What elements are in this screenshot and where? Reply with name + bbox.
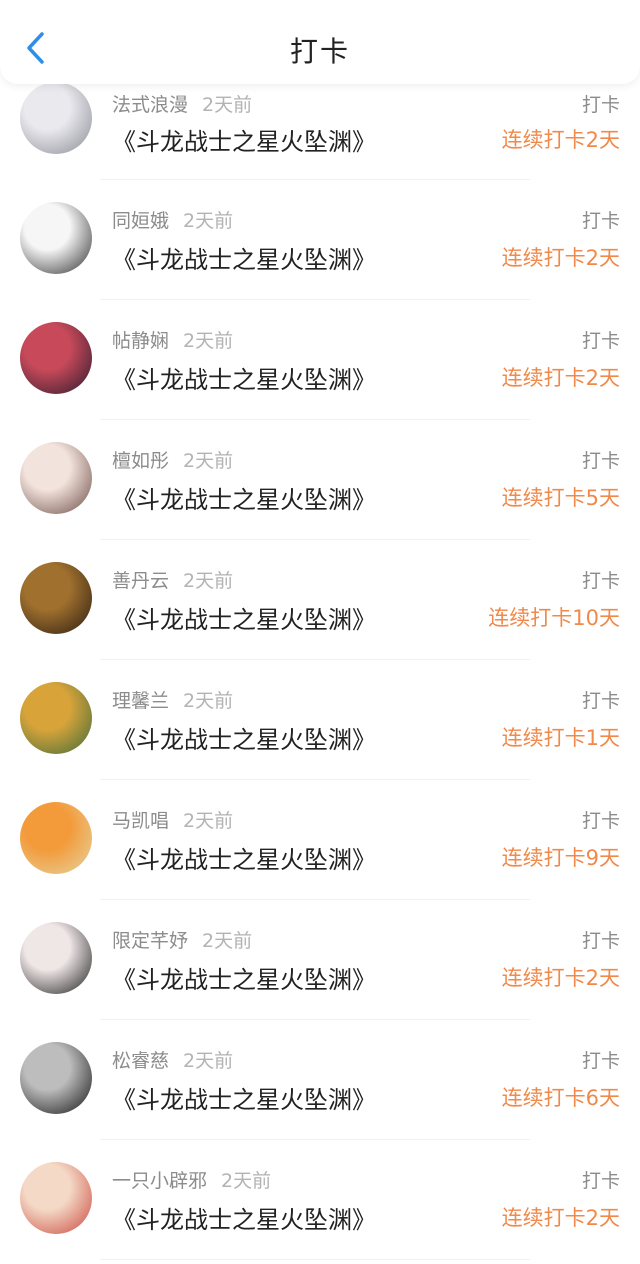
streak-badge: 连续打卡2天 [501,366,620,390]
list-item[interactable]: 善丹云 2天前《斗龙战士之星火坠渊》 打卡连续打卡10天 [0,540,640,660]
timestamp: 2天前 [202,930,253,952]
checkin-label: 打卡 [581,1050,620,1072]
book-title[interactable]: 《斗龙战士之星火坠渊》 [112,1200,376,1235]
book-title[interactable]: 《斗龙战士之星火坠渊》 [112,480,376,515]
streak-badge: 连续打卡1天 [501,726,620,750]
user-name-line: 法式浪漫 2天前 [112,90,252,117]
checkin-label: 打卡 [581,450,620,472]
user-name[interactable]: 同姮娥 [112,210,169,232]
checkin-label: 打卡 [581,330,620,352]
user-avatar[interactable] [20,442,92,514]
streak-badge: 连续打卡10天 [488,606,620,630]
user-avatar[interactable] [20,322,92,394]
user-avatar[interactable] [20,1162,92,1234]
user-avatar[interactable] [20,202,92,274]
user-name-line: 檀如彤 2天前 [112,446,233,473]
user-name[interactable]: 帖静娴 [112,330,169,352]
user-name-line: 限定芊妤 2天前 [112,926,252,953]
timestamp: 2天前 [183,810,234,832]
list-item[interactable]: 帖静娴 2天前《斗龙战士之星火坠渊》 打卡连续打卡2天 [0,300,640,420]
book-title[interactable]: 《斗龙战士之星火坠渊》 [112,360,376,395]
book-title[interactable]: 《斗龙战士之星火坠渊》 [112,720,376,755]
user-avatar[interactable] [20,562,92,634]
checkin-label: 打卡 [581,570,620,592]
user-name-line: 善丹云 2天前 [112,566,233,593]
user-avatar[interactable] [20,922,92,994]
user-name-line: 松睿慈 2天前 [112,1046,233,1073]
user-name[interactable]: 善丹云 [112,570,169,592]
timestamp: 2天前 [183,1050,234,1072]
checkin-label: 打卡 [581,690,620,712]
list-item[interactable]: 理馨兰 2天前《斗龙战士之星火坠渊》 打卡连续打卡1天 [0,660,640,780]
user-name-line: 马凯唱 2天前 [112,806,233,833]
streak-badge: 连续打卡6天 [501,1086,620,1110]
book-title[interactable]: 《斗龙战士之星火坠渊》 [112,600,376,635]
timestamp: 2天前 [183,450,234,472]
timestamp: 2天前 [183,570,234,592]
user-avatar[interactable] [20,1042,92,1114]
timestamp: 2天前 [183,690,234,712]
user-name[interactable]: 檀如彤 [112,450,169,472]
page-title: 打卡 [289,35,350,68]
user-avatar[interactable] [20,802,92,874]
list-item[interactable]: 松睿慈 2天前《斗龙战士之星火坠渊》 打卡连续打卡6天 [0,1020,640,1140]
user-name-line: 帖静娴 2天前 [112,326,233,353]
streak-badge: 连续打卡2天 [501,1206,620,1230]
list-item[interactable]: 马凯唱 2天前《斗龙战士之星火坠渊》 打卡连续打卡9天 [0,780,640,900]
streak-badge: 连续打卡2天 [501,128,620,152]
checkin-label: 打卡 [581,930,620,952]
user-name-line: 一只小辟邪 2天前 [112,1166,271,1193]
checkin-label: 打卡 [581,210,620,232]
list-item[interactable]: 限定芊妤 2天前《斗龙战士之星火坠渊》 打卡连续打卡2天 [0,900,640,1020]
list-item[interactable]: 同姮娥 2天前《斗龙战士之星火坠渊》 打卡连续打卡2天 [0,180,640,300]
user-name[interactable]: 限定芊妤 [112,930,188,952]
user-name[interactable]: 松睿慈 [112,1050,169,1072]
user-name[interactable]: 法式浪漫 [112,94,188,116]
checkin-label: 打卡 [581,1170,620,1192]
streak-badge: 连续打卡2天 [501,966,620,990]
book-title[interactable]: 《斗龙战士之星火坠渊》 [112,840,376,875]
top-nav-bar: 打卡 [0,0,640,84]
checkin-label: 打卡 [581,810,620,832]
checkin-label: 打卡 [581,94,620,116]
user-avatar[interactable] [20,82,92,154]
user-name-line: 理馨兰 2天前 [112,686,233,713]
user-name[interactable]: 一只小辟邪 [112,1170,207,1192]
checkin-list: 法式浪漫 2天前 《斗龙战士之星火坠渊》 打卡 连续打卡2天 同姮娥 2天前 《斗龙战士之星火… [0,82,640,1260]
user-name[interactable]: 理馨兰 [112,690,169,712]
book-title[interactable]: 《斗龙战士之星火坠渊》 [112,122,376,157]
user-name-line: 同姮娥 2天前 [112,206,233,233]
list-item[interactable]: 一只小辟邪 2天前《斗龙战士之星火坠渊》 打卡连续打卡2天 [0,1140,640,1260]
timestamp: 2天前 [183,210,234,232]
user-name[interactable]: 马凯唱 [112,810,169,832]
book-title[interactable]: 《斗龙战士之星火坠渊》 [112,240,376,275]
list-item[interactable]: 法式浪漫 2天前《斗龙战士之星火坠渊》 打卡连续打卡2天 [0,82,640,180]
divider [100,1259,530,1260]
timestamp: 2天前 [221,1170,272,1192]
timestamp: 2天前 [202,94,253,116]
book-title[interactable]: 《斗龙战士之星火坠渊》 [112,1080,376,1115]
book-title[interactable]: 《斗龙战士之星火坠渊》 [112,960,376,995]
list-item[interactable]: 檀如彤 2天前《斗龙战士之星火坠渊》 打卡连续打卡5天 [0,420,640,540]
streak-badge: 连续打卡5天 [501,486,620,510]
timestamp: 2天前 [183,330,234,352]
streak-badge: 连续打卡2天 [501,246,620,270]
streak-badge: 连续打卡9天 [501,846,620,870]
user-avatar[interactable] [20,682,92,754]
